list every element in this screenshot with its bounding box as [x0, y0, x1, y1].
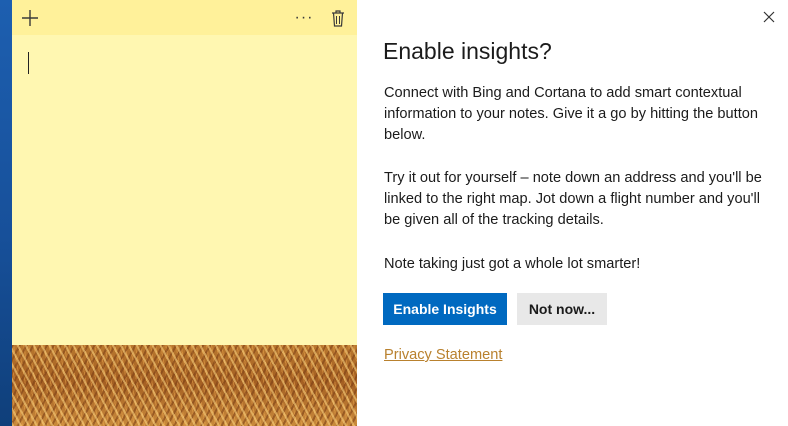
sticky-note[interactable]: ··· [12, 0, 357, 345]
text-cursor[interactable] [28, 52, 29, 74]
trash-icon[interactable] [326, 0, 350, 35]
insights-dialog: Enable insights? Connect with Bing and C… [357, 0, 788, 426]
note-toolbar: ··· [12, 0, 357, 35]
tagline-paragraph: Note taking just got a whole lot smarter… [384, 256, 641, 272]
plus-icon[interactable] [16, 0, 44, 35]
close-icon[interactable] [758, 6, 780, 28]
enable-insights-button[interactable]: Enable Insights [383, 293, 507, 325]
desktop-background [0, 0, 12, 426]
not-now-button[interactable]: Not now... [517, 293, 607, 325]
intro-paragraph: Connect with Bing and Cortana to add sma… [384, 85, 758, 143]
example-paragraph: Try it out for yourself – note down an a… [384, 170, 762, 228]
privacy-statement-link[interactable]: Privacy Statement [384, 347, 502, 363]
ellipsis-icon[interactable]: ··· [290, 0, 318, 35]
wallpaper-image [12, 345, 357, 426]
dialog-title: Enable insights? [383, 38, 552, 64]
more-options-label: ··· [294, 8, 314, 26]
